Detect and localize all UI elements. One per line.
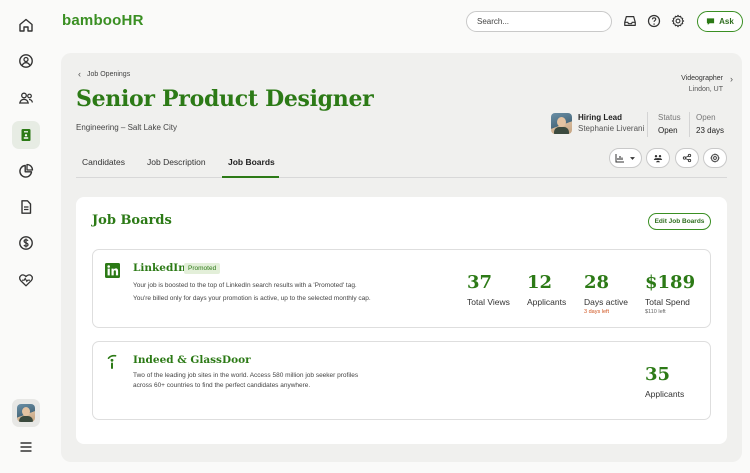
- chevron-down-icon: [630, 156, 635, 160]
- tab-job-boards[interactable]: Job Boards: [228, 157, 275, 167]
- metric-value: 12: [527, 272, 553, 293]
- people-icon[interactable]: [12, 84, 40, 112]
- breadcrumb[interactable]: ‹ Job Openings: [78, 69, 130, 79]
- open-label: Open: [696, 113, 716, 122]
- inbox-icon[interactable]: [622, 13, 638, 29]
- status-value: Open: [658, 126, 678, 135]
- description-line: across 60+ countries to find the perfect…: [133, 382, 311, 389]
- home-icon[interactable]: [12, 11, 40, 39]
- active-tab-indicator: [222, 176, 279, 178]
- divider: [647, 112, 648, 137]
- description-line: Your job is boosted to the top of Linked…: [133, 282, 357, 289]
- metric-subtext: 3 days left: [584, 309, 610, 315]
- next-job-link[interactable]: Videographer Lindon, UT ›: [681, 73, 733, 95]
- left-nav-rail: [0, 0, 52, 473]
- next-job-title: Videographer: [681, 75, 723, 82]
- tab-job-description[interactable]: Job Description: [147, 157, 206, 167]
- open-value: 23 days: [696, 126, 725, 135]
- metric-label: Applicants: [527, 297, 567, 307]
- metric-value: $189: [645, 272, 696, 293]
- reports-dropdown-button[interactable]: [609, 148, 642, 168]
- settings-icon[interactable]: [670, 13, 686, 29]
- bar-chart-icon: [615, 154, 624, 163]
- user-avatar-image: [17, 404, 35, 422]
- help-icon[interactable]: [646, 13, 662, 29]
- share-icon: [682, 153, 692, 163]
- person-circle-icon[interactable]: [12, 47, 40, 75]
- linkedin-icon: [105, 263, 120, 278]
- hiring-lead[interactable]: Hiring Lead Stephanie Liverani: [551, 113, 644, 134]
- board-name: LinkedIn: [133, 262, 186, 274]
- description-line: Two of the leading job sites in the worl…: [133, 372, 359, 379]
- bamboohr-logo[interactable]: bambooHR: [62, 12, 144, 29]
- status-label: Status: [658, 113, 681, 122]
- board-description: Two of the leading job sites in the worl…: [133, 371, 358, 391]
- metric-total-views: 37 Total Views: [467, 272, 510, 308]
- dollar-icon[interactable]: [12, 229, 40, 257]
- heart-icon[interactable]: [12, 266, 40, 294]
- hiring-lead-avatar: [551, 113, 572, 134]
- clipboard-icon[interactable]: [12, 121, 40, 149]
- job-settings-button[interactable]: [703, 148, 727, 168]
- metric-applicants: 35 Applicants: [645, 364, 685, 400]
- metric-label: Applicants: [645, 389, 685, 399]
- metric-value: 35: [645, 364, 671, 385]
- chat-icon: [707, 18, 715, 25]
- menu-icon[interactable]: [12, 433, 40, 461]
- hiring-lead-name: Stephanie Liverani: [578, 124, 645, 133]
- promoted-badge: Promoted: [184, 263, 221, 274]
- metric-label: Total Views: [467, 297, 510, 307]
- chevron-right-icon: ›: [730, 74, 733, 84]
- user-avatar[interactable]: [12, 399, 40, 427]
- board-description: Your job is boosted to the top of Linked…: [133, 280, 371, 305]
- board-name: Indeed & GlassDoor: [133, 354, 251, 366]
- chevron-left-icon: ‹: [78, 69, 81, 79]
- page-title: Senior Product Designer: [76, 86, 374, 112]
- job-boards-title: Job Boards: [92, 213, 172, 228]
- document-icon[interactable]: [12, 193, 40, 221]
- description-line: You're billed only for days your promoti…: [133, 295, 371, 302]
- metric-label: Days active: [584, 297, 628, 307]
- metric-value: 37: [467, 272, 493, 293]
- metric-label: Total Spend: [645, 297, 690, 307]
- edit-job-boards-button[interactable]: Edit Job Boards: [648, 213, 711, 230]
- search-input[interactable]: [466, 11, 612, 32]
- metric-days-active: 28 Days active 3 days left: [584, 272, 628, 316]
- ask-button[interactable]: Ask: [697, 11, 743, 32]
- divider: [689, 112, 690, 137]
- ask-label: Ask: [719, 17, 734, 26]
- gear-icon: [710, 153, 720, 163]
- hiring-lead-label: Hiring Lead: [578, 113, 623, 122]
- metric-value: 28: [584, 272, 610, 293]
- metric-applicants: 12 Applicants: [527, 272, 567, 308]
- job-subtitle: Engineering – Salt Lake City: [76, 123, 177, 132]
- status-stat: Status Open: [658, 113, 681, 135]
- metric-total-spend: $189 Total Spend $110 left: [645, 272, 696, 316]
- next-job-location: Lindon, UT: [688, 86, 723, 93]
- metric-subtext: $110 left: [645, 309, 666, 315]
- indeed-icon: [107, 354, 117, 370]
- team-button[interactable]: [646, 148, 670, 168]
- pie-chart-icon[interactable]: [12, 157, 40, 185]
- team-icon: [653, 155, 663, 163]
- share-button[interactable]: [675, 148, 699, 168]
- breadcrumb-job-openings: Job Openings: [87, 70, 131, 78]
- open-days-stat: Open 23 days: [696, 113, 724, 135]
- tab-candidates[interactable]: Candidates: [82, 157, 125, 167]
